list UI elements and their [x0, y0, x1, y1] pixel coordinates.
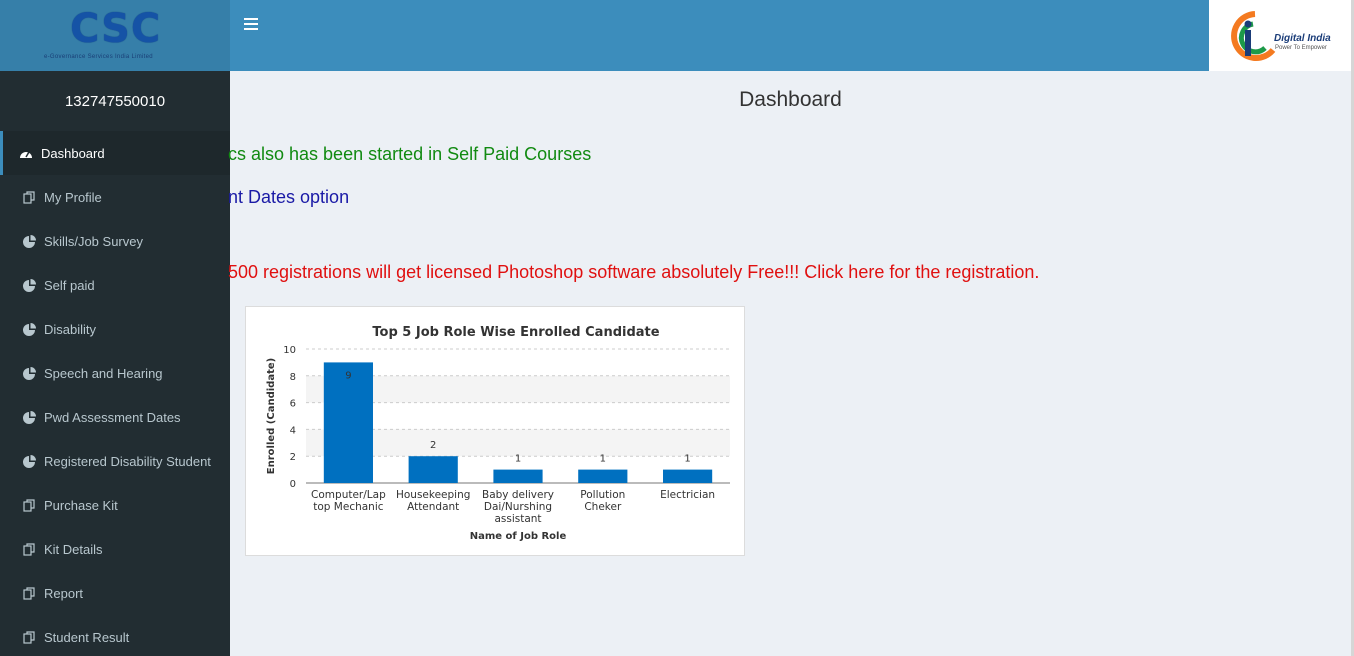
x-tick-label: Electrician	[660, 489, 715, 501]
x-tick-label: Housekeeping	[396, 489, 470, 501]
y-tick-label: 4	[290, 425, 296, 436]
sidebar-item-label: Pwd Assessment Dates	[44, 409, 181, 425]
sidebar-item-label: Dashboard	[41, 145, 105, 161]
csc-logo[interactable]: CSC e-Governance Services India Limited	[0, 0, 230, 71]
notice-self-paid: cs also has been started in Self Paid Co…	[228, 144, 592, 164]
sidebar-item-label: Skills/Job Survey	[44, 233, 143, 249]
bar	[663, 469, 713, 483]
sidebar-item-label: Purchase Kit	[44, 497, 118, 513]
bar-data-label: 2	[430, 440, 436, 451]
sidebar-item-report[interactable]: Report	[0, 571, 230, 615]
sidebar-item-my-profile[interactable]: My Profile	[0, 175, 230, 219]
copy-icon	[21, 542, 37, 556]
y-tick-label: 8	[290, 372, 296, 383]
sidebar-item-pwd-assessment-dates[interactable]: Pwd Assessment Dates	[0, 395, 230, 439]
sidebar-item-skills-job-survey[interactable]: Skills/Job Survey	[0, 219, 230, 263]
y-tick-label: 10	[283, 345, 296, 356]
sidebar-item-label: Kit Details	[44, 541, 103, 557]
digital-india-logo: Digital India Power To Empower	[1209, 0, 1351, 71]
csc-logo-subtext: e-Governance Services India Limited	[44, 54, 153, 60]
top-navbar: CSC e-Governance Services India Limited …	[0, 0, 1354, 71]
sidebar-item-dashboard[interactable]: Dashboard	[0, 131, 230, 175]
pie-chart-icon	[21, 410, 37, 424]
sidebar-toggle-icon[interactable]	[244, 18, 258, 32]
sidebar-item-label: Disability	[44, 321, 97, 337]
pie-chart-icon	[21, 454, 37, 468]
x-tick-label: top Mechanic	[313, 501, 383, 513]
sidebar-item-disability[interactable]: Disability	[0, 307, 230, 351]
bar	[408, 456, 458, 483]
digital-india-tagline: Power To Empower	[1275, 45, 1327, 51]
sidebar-item-student-result[interactable]: Student Result	[0, 615, 230, 656]
chart-title: Top 5 Job Role Wise Enrolled Candidate	[372, 325, 659, 340]
sidebar: 132747550010 Dashboard My Profile Skills/J…	[0, 71, 230, 656]
sidebar-item-purchase-kit[interactable]: Purchase Kit	[0, 483, 230, 527]
pie-chart-icon	[21, 366, 37, 380]
user-id: 132747550010	[64, 93, 166, 110]
y-tick-label: 0	[290, 479, 296, 490]
pie-chart-icon	[21, 278, 37, 292]
bar-data-label: 1	[684, 454, 690, 465]
bar-data-label: 9	[345, 370, 351, 381]
notice-assessment-dates: nt Dates option	[228, 187, 350, 207]
pie-chart-icon	[21, 322, 37, 336]
copy-icon	[21, 190, 37, 204]
bar-data-label: 1	[600, 454, 606, 465]
copy-icon	[21, 586, 37, 600]
y-tick-label: 2	[290, 452, 296, 463]
sidebar-item-kit-details[interactable]: Kit Details	[0, 527, 230, 571]
bar	[578, 469, 628, 483]
sidebar-item-label: Registered Disability Student	[44, 453, 211, 469]
sidebar-item-speech-and-hearing[interactable]: Speech and Hearing	[0, 351, 230, 395]
job-role-bar-chart: Top 5 Job Role Wise Enrolled Candidate 0 2…	[266, 325, 730, 542]
copy-icon	[21, 498, 37, 512]
digital-india-title: Digital India	[1274, 33, 1331, 44]
bar-data-label: 1	[515, 454, 521, 465]
x-tick-label: Computer/Lap	[311, 489, 386, 501]
x-tick-label: Dai/Nurshing	[484, 501, 552, 513]
csc-logo-text: CSC	[70, 6, 162, 52]
sidebar-item-label: Speech and Hearing	[44, 365, 163, 381]
sidebar-item-label: Report	[44, 585, 84, 601]
x-tick-label: Attendant	[407, 501, 459, 513]
y-axis-label: Enrolled (Candidate)	[266, 358, 277, 474]
sidebar-menu: Dashboard My Profile Skills/Job Survey Self…	[0, 131, 230, 656]
sidebar-item-label: Self paid	[44, 277, 95, 293]
x-tick-label: Pollution	[580, 489, 625, 501]
sidebar-item-label: Student Result	[44, 629, 130, 645]
y-tick-label: 6	[290, 399, 296, 410]
sidebar-item-registered-disability-student[interactable]: Registered Disability Student	[0, 439, 230, 483]
job-role-chart-panel: Top 5 Job Role Wise Enrolled Candidate 0 2…	[245, 306, 745, 556]
bar	[493, 469, 543, 483]
sidebar-item-label: My Profile	[44, 189, 102, 205]
pie-chart-icon	[21, 234, 37, 248]
x-tick-label: Cheker	[584, 501, 622, 513]
x-tick-label: Baby delivery	[482, 489, 554, 501]
notice-photoshop-registration-link[interactable]: 500 registrations will get licensed Phot…	[228, 262, 1039, 283]
sidebar-item-self-paid[interactable]: Self paid	[0, 263, 230, 307]
page-title: Dashboard	[739, 88, 842, 111]
x-axis-label: Name of Job Role	[470, 531, 567, 542]
copy-icon	[21, 630, 37, 644]
dashboard-icon	[18, 146, 34, 160]
x-tick-label: assistant	[494, 513, 541, 525]
